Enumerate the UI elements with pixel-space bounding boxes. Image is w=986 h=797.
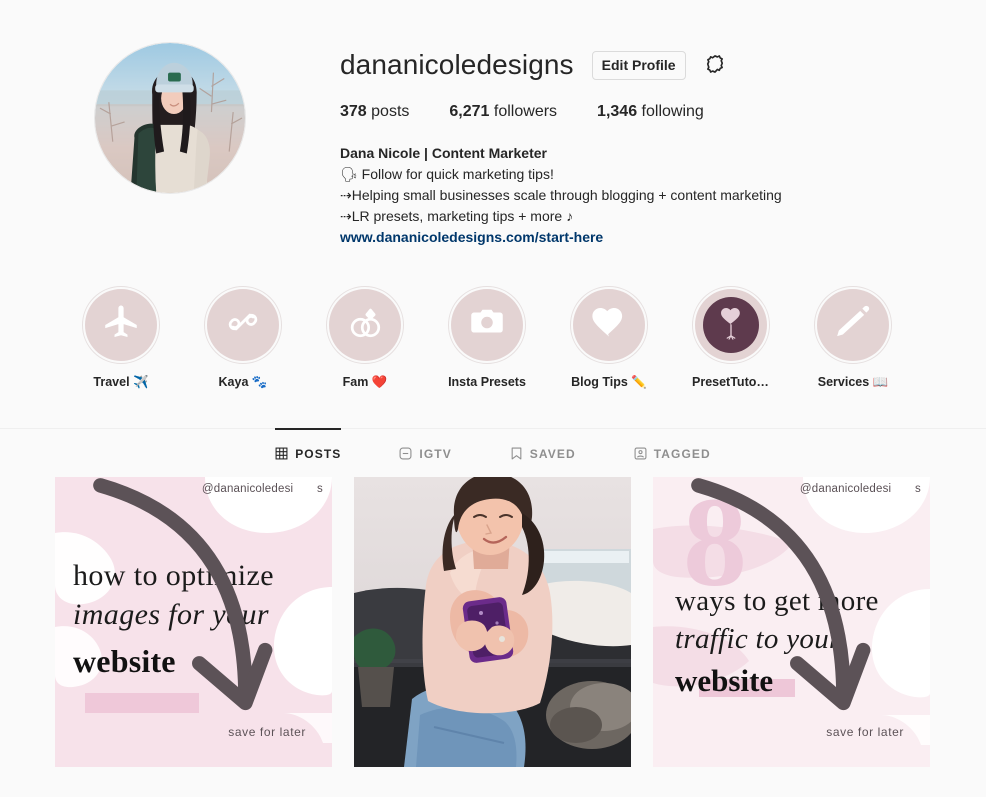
tab-igtv-label: IGTV — [419, 446, 452, 461]
grid-icon — [275, 447, 288, 460]
highlight-kaya-cover — [207, 288, 279, 361]
highlight-fam[interactable]: Fam ❤️ — [326, 285, 404, 390]
highlight-preset-tutorial[interactable]: PresetTutor... — [692, 285, 770, 390]
bio-website-link[interactable]: www.dananicoledesigns.com/start-here — [340, 227, 986, 248]
highlight-insta-presets-cover — [451, 288, 523, 361]
profile-info: dananicoledesigns Edit Profile 378 posts — [340, 42, 986, 248]
gear-icon — [704, 53, 726, 78]
post-item-2[interactable] — [354, 476, 631, 767]
rings-icon — [343, 300, 387, 349]
bio-display-name: Dana Nicole | Content Marketer — [340, 144, 547, 161]
profile-tabs: POSTS IGTV SAVED TAGGED — [0, 427, 986, 475]
post-grid: @dananicoledesi s how to optimize images… — [0, 476, 986, 767]
bio-block: Dana Nicole | Content Marketer 🗣 Follow … — [340, 143, 986, 248]
highlight-travel-label: Travel ✈️ — [93, 374, 149, 389]
heart-balloon-icon — [714, 303, 748, 346]
story-highlights: Travel ✈️ Kaya 🐾 Fam ❤️ Insta Presets Bl… — [0, 248, 986, 390]
highlight-preset-tutorial-label: PresetTutor... — [692, 374, 770, 389]
profile-header: dananicoledesigns Edit Profile 378 posts — [0, 0, 986, 248]
pencil-icon — [833, 302, 873, 347]
bookmark-icon — [510, 447, 523, 460]
highlight-blog-tips-cover — [573, 288, 645, 361]
highlight-services-cover — [817, 288, 889, 361]
highlight-blog-tips-label: Blog Tips ✏️ — [571, 374, 647, 389]
tab-igtv[interactable]: IGTV — [399, 429, 451, 475]
stats-row: 378 posts 6,271 followers 1,346 followin… — [340, 103, 986, 121]
followers-label: followers — [493, 102, 558, 120]
highlight-blog-tips-ring — [570, 285, 648, 364]
highlight-services-ring — [814, 285, 892, 364]
post-item-1[interactable]: @dananicoledesi s how to optimize images… — [55, 476, 332, 767]
profile-avatar[interactable] — [94, 42, 246, 194]
bone-icon — [221, 300, 265, 349]
post-item-3[interactable]: 8 @dananicoledesi s ways to get more tra… — [653, 476, 930, 767]
settings-button[interactable] — [704, 53, 726, 78]
username-row: dananicoledesigns Edit Profile — [340, 49, 986, 81]
igtv-icon — [399, 447, 412, 460]
highlight-preset-tutorial-ring — [692, 285, 770, 364]
post-1-arrow-icon — [93, 477, 273, 710]
highlight-services[interactable]: Services 📖 — [814, 285, 892, 390]
bio-line-1: 🗣 Follow for quick marketing tips! — [340, 165, 554, 182]
highlight-fam-cover — [329, 288, 401, 361]
followers-count: 6,271 — [449, 102, 490, 120]
avatar-column — [0, 42, 340, 248]
highlight-preset-tutorial-disc — [703, 296, 759, 353]
stat-posts: 378 posts — [340, 103, 409, 121]
highlight-kaya-label: Kaya 🐾 — [218, 374, 268, 389]
heart-icon — [588, 301, 630, 348]
airplane-icon — [100, 301, 142, 348]
highlight-insta-presets[interactable]: Insta Presets — [448, 285, 526, 390]
following-label: following — [641, 102, 704, 120]
tab-tagged-label: TAGGED — [653, 446, 711, 461]
highlight-kaya-ring — [204, 285, 282, 364]
tab-saved[interactable]: SAVED — [510, 429, 576, 475]
instagram-profile-page: dananicoledesigns Edit Profile 378 posts — [0, 0, 986, 797]
highlight-travel-ring — [82, 285, 160, 364]
posts-count: 378 — [340, 102, 367, 120]
highlight-insta-presets-ring — [448, 285, 526, 364]
highlight-travel-cover — [85, 288, 157, 361]
tab-tagged[interactable]: TAGGED — [634, 429, 711, 475]
tab-posts[interactable]: POSTS — [275, 427, 342, 475]
highlight-preset-tutorial-cover — [695, 288, 767, 361]
highlight-blog-tips[interactable]: Blog Tips ✏️ — [570, 285, 648, 390]
stat-followers[interactable]: 6,271 followers — [449, 103, 557, 121]
bio-line-3: ⇢LR presets, marketing tips + more ♪ — [340, 207, 574, 224]
highlight-travel[interactable]: Travel ✈️ — [82, 285, 160, 390]
tab-saved-label: SAVED — [529, 446, 576, 461]
bio-line-2: ⇢Helping small businesses scale through … — [340, 186, 782, 203]
highlight-insta-presets-label: Insta Presets — [448, 374, 526, 389]
stat-following[interactable]: 1,346 following — [597, 103, 704, 121]
camera-icon — [466, 301, 508, 348]
highlight-fam-label: Fam ❤️ — [342, 374, 388, 389]
page-title: dananicoledesigns — [340, 49, 574, 80]
following-count: 1,346 — [597, 102, 638, 120]
profile-tabs-container: POSTS IGTV SAVED TAGGED — [0, 427, 986, 475]
posts-label: posts — [371, 102, 410, 120]
highlight-fam-ring — [326, 285, 404, 364]
edit-profile-button[interactable]: Edit Profile — [591, 51, 686, 80]
tagged-icon — [634, 447, 647, 460]
highlight-kaya[interactable]: Kaya 🐾 — [204, 285, 282, 390]
tab-posts-label: POSTS — [295, 446, 342, 461]
highlight-services-label: Services 📖 — [817, 374, 889, 389]
post-3-arrow-icon — [691, 477, 871, 710]
